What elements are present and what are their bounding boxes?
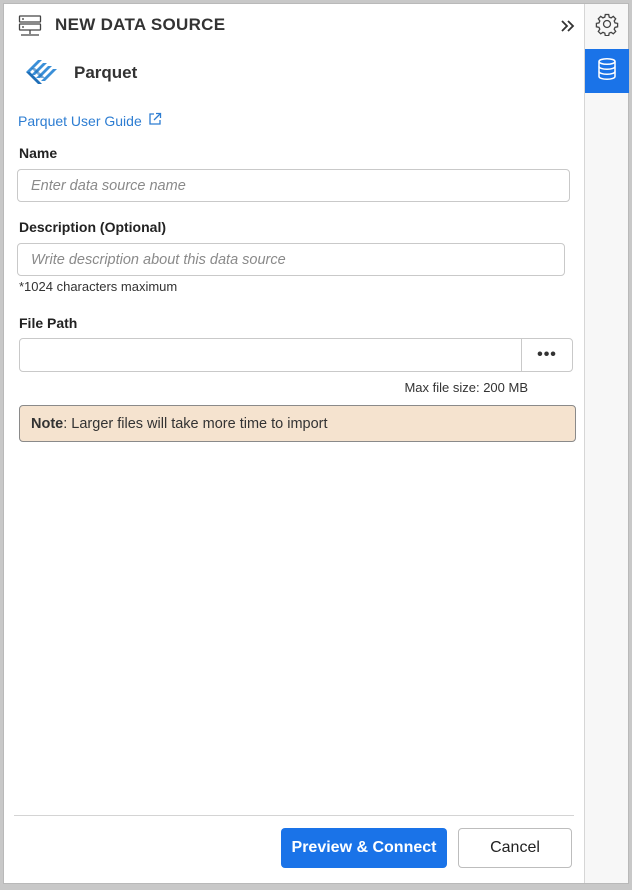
description-label: Description (Optional) [19, 219, 166, 235]
more-icon: ••• [537, 346, 557, 363]
name-input[interactable] [17, 169, 570, 202]
name-label: Name [19, 145, 58, 161]
data-source-type: Parquet [24, 56, 324, 92]
side-rail [584, 4, 629, 883]
new-data-source-panel: NEW DATA SOURCE Parquet Parquet User Gui… [4, 4, 584, 883]
user-guide-label: Parquet User Guide [18, 112, 142, 129]
preview-connect-button[interactable]: Preview & Connect [281, 828, 447, 868]
panel-header: NEW DATA SOURCE [18, 12, 578, 42]
file-path-field: ••• [19, 338, 573, 372]
note-prefix: Note [31, 416, 64, 432]
panel-title: NEW DATA SOURCE [55, 15, 226, 34]
external-link-icon [148, 112, 162, 129]
window-frame: NEW DATA SOURCE Parquet Parquet User Gui… [3, 3, 629, 884]
parquet-logo [24, 58, 60, 93]
import-note: Note: Larger files will take more time t… [19, 405, 576, 442]
max-file-size: Max file size: 200 MB [404, 380, 528, 395]
data-source-name: Parquet [74, 63, 138, 82]
gear-icon [595, 12, 619, 41]
footer-divider [14, 815, 574, 816]
rail-settings-button[interactable] [585, 4, 629, 48]
database-icon [596, 57, 618, 86]
double-chevron-right-icon[interactable] [558, 16, 578, 36]
server-icon [18, 14, 42, 43]
browse-button[interactable]: ••• [521, 338, 573, 372]
file-path-label: File Path [19, 315, 78, 331]
file-path-input[interactable] [19, 338, 522, 372]
cancel-button[interactable]: Cancel [458, 828, 572, 868]
note-text: : Larger files will take more time to im… [63, 416, 328, 432]
description-input[interactable] [17, 243, 565, 276]
user-guide-link[interactable]: Parquet User Guide [18, 112, 162, 129]
rail-data-source-button[interactable] [585, 49, 629, 93]
description-hint: *1024 characters maximum [19, 279, 178, 294]
